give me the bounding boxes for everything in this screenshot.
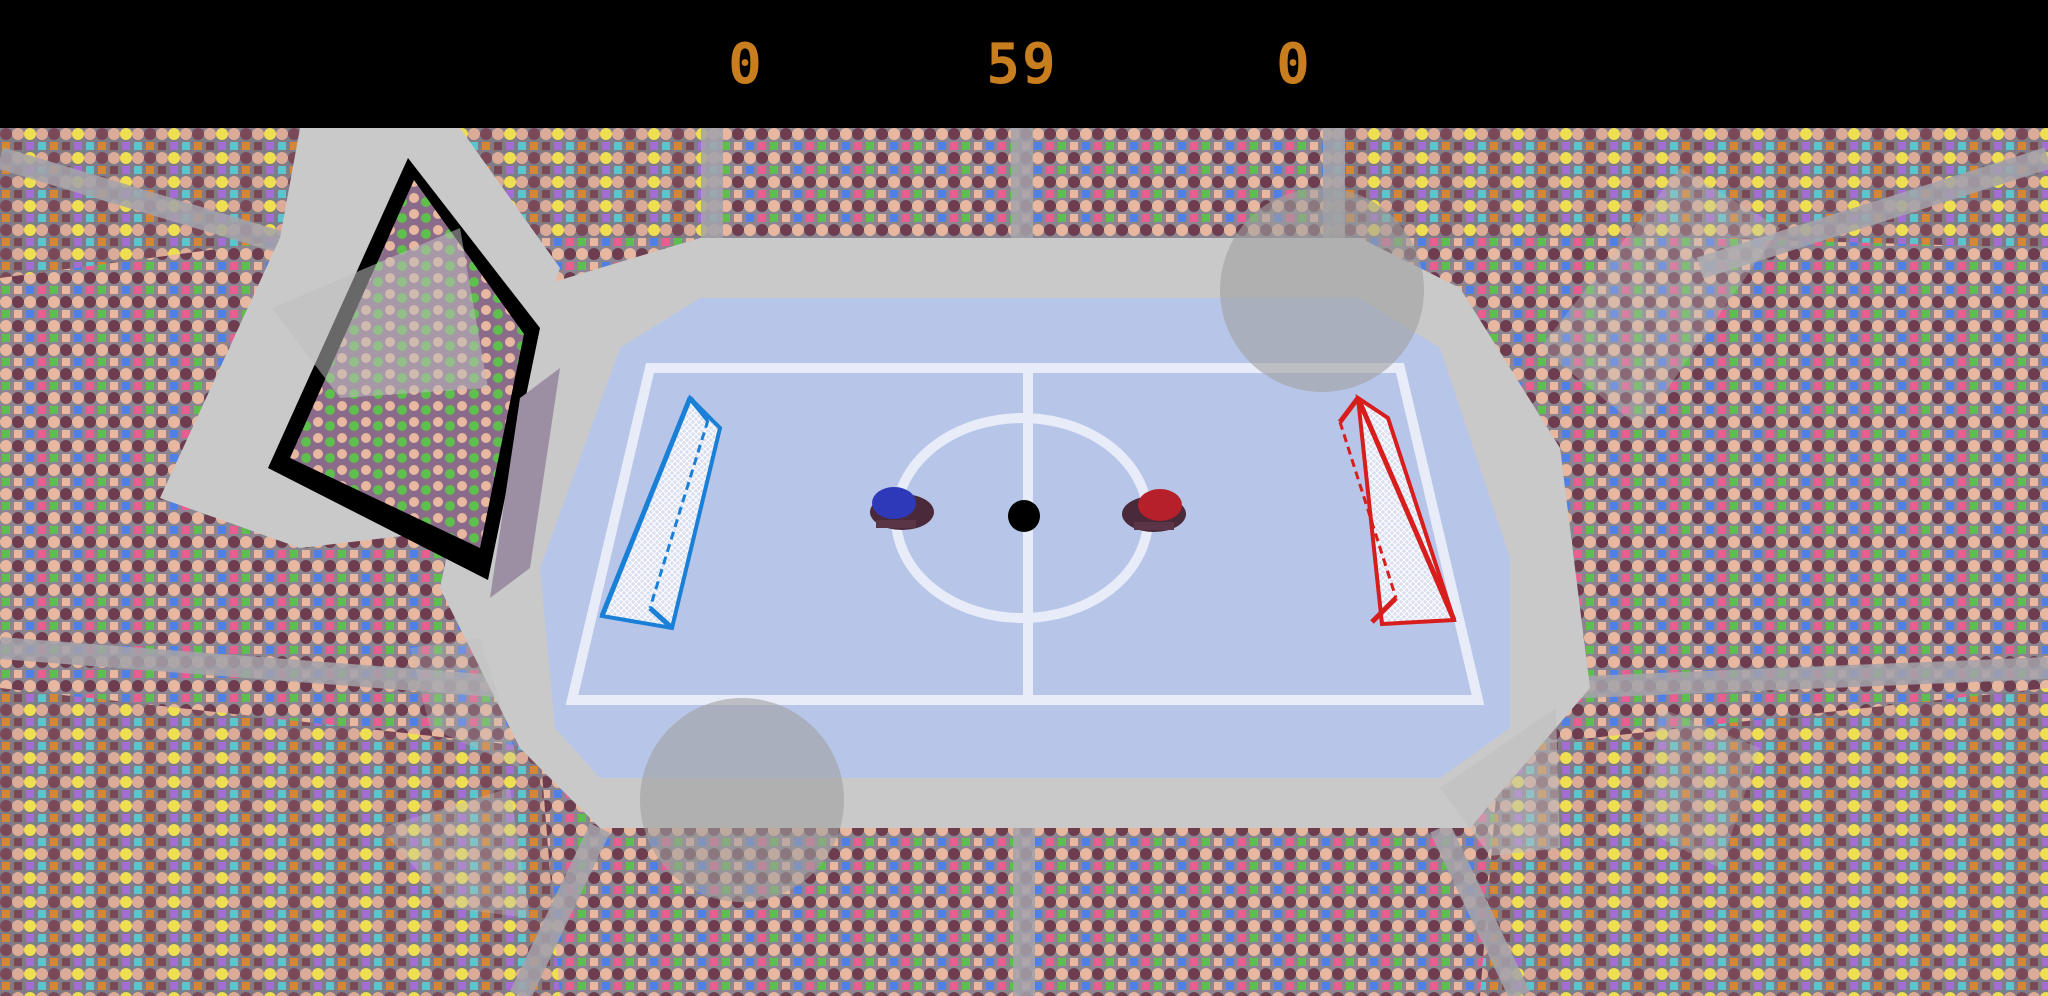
match-timer: 59	[986, 32, 1058, 97]
arena-scene	[0, 128, 2048, 996]
puck-icon	[1008, 500, 1040, 532]
scoreboard: 0 59 0	[0, 0, 2048, 128]
joystick-circle-icon[interactable]	[640, 698, 844, 902]
right-score: 0	[1276, 32, 1312, 97]
arena	[0, 128, 2048, 996]
left-score: 0	[728, 32, 764, 97]
joystick-circle-icon[interactable]	[1220, 188, 1424, 392]
